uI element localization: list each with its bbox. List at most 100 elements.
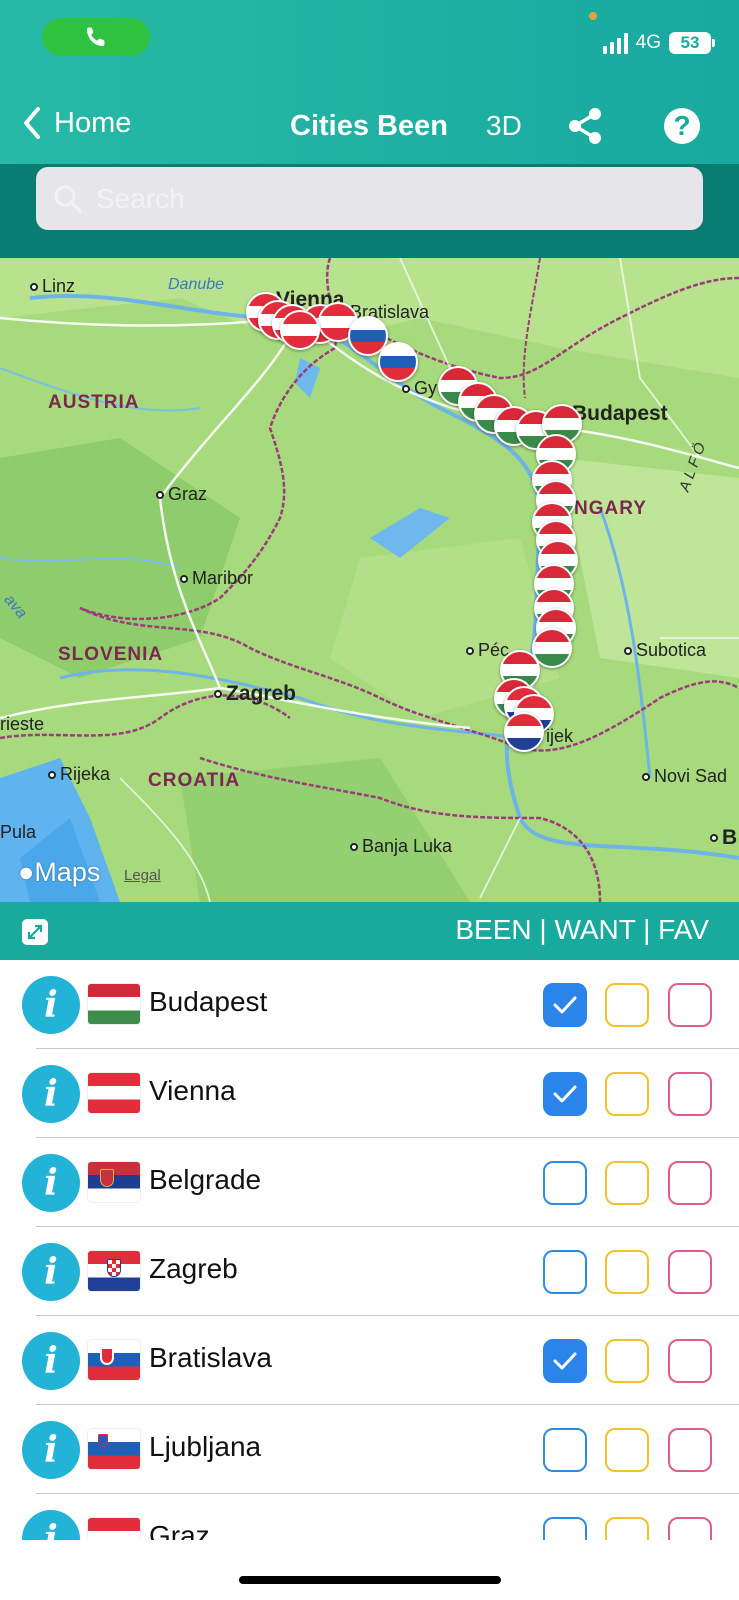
want-checkbox[interactable] bbox=[605, 1339, 649, 1383]
map-label-linz: Linz bbox=[30, 276, 75, 297]
info-button[interactable]: i bbox=[22, 976, 80, 1034]
been-checkbox[interactable] bbox=[543, 1517, 587, 1540]
search-bar[interactable] bbox=[36, 167, 703, 230]
fav-checkbox[interactable] bbox=[668, 1072, 712, 1116]
fav-checkbox[interactable] bbox=[668, 1161, 712, 1205]
info-button[interactable]: i bbox=[22, 1154, 80, 1212]
checkmark-icon bbox=[553, 996, 577, 1014]
status-bar: 4G 53 bbox=[602, 28, 715, 58]
privacy-indicator bbox=[589, 12, 597, 20]
want-checkbox[interactable] bbox=[605, 1161, 649, 1205]
been-checkbox[interactable] bbox=[543, 1428, 587, 1472]
map-label-subotica: Subotica bbox=[624, 640, 706, 661]
back-label: Home bbox=[54, 106, 132, 139]
fav-checkbox[interactable] bbox=[668, 1428, 712, 1472]
map-label-banjaluka: Banja Luka bbox=[350, 836, 452, 857]
flag-icon-slovenia bbox=[88, 1429, 140, 1469]
home-indicator[interactable] bbox=[239, 1576, 501, 1584]
flag-icon-austria bbox=[88, 1073, 140, 1113]
map-label-budapest: Budapest bbox=[572, 402, 668, 425]
expand-icon bbox=[27, 924, 43, 940]
info-button[interactable]: i bbox=[22, 1243, 80, 1301]
3d-button[interactable]: 3D bbox=[486, 110, 522, 142]
flag-icon-croatia bbox=[88, 1251, 140, 1291]
list-item: i Zagreb bbox=[0, 1227, 739, 1316]
battery-icon: 53 bbox=[669, 32, 715, 54]
signal-icon bbox=[602, 32, 628, 54]
been-checkbox[interactable] bbox=[543, 1072, 587, 1116]
city-list[interactable]: i Budapest i Vienna i Belgrade i Zagreb … bbox=[0, 960, 739, 1540]
phone-icon bbox=[87, 27, 105, 46]
fav-checkbox[interactable] bbox=[668, 1517, 712, 1540]
city-name: Zagreb bbox=[149, 1253, 238, 1284]
map-label-austria: AUSTRIA bbox=[48, 392, 140, 413]
page-title: Cities Been bbox=[290, 110, 448, 142]
map-label-hungary: NGARY bbox=[574, 498, 647, 519]
want-checkbox[interactable] bbox=[605, 983, 649, 1027]
map-label-pula: Pula bbox=[0, 822, 37, 842]
map-view[interactable]: Linz Danube Vienna Bratislava AUSTRIA Gy… bbox=[0, 258, 739, 902]
maps-attribution: ●Maps bbox=[18, 857, 101, 887]
list-header: BEEN | WANT | FAV bbox=[0, 902, 739, 960]
list-item: i Ljubljana bbox=[0, 1405, 739, 1494]
been-checkbox[interactable] bbox=[543, 1339, 587, 1383]
legal-link[interactable]: Legal bbox=[124, 867, 161, 884]
city-name: Bratislava bbox=[149, 1342, 272, 1373]
checkmark-icon bbox=[553, 1352, 577, 1370]
network-type: 4G bbox=[635, 32, 661, 53]
info-button[interactable]: i bbox=[22, 1421, 80, 1479]
column-headers: BEEN | WANT | FAV bbox=[455, 914, 709, 945]
city-name: Ljubljana bbox=[149, 1431, 262, 1462]
map-label-rijeka: Rijeka bbox=[48, 764, 110, 785]
fav-checkbox[interactable] bbox=[668, 1250, 712, 1294]
map-label-danube: Danube bbox=[168, 276, 225, 293]
expand-button[interactable] bbox=[22, 919, 48, 945]
checkmark-icon bbox=[553, 1085, 577, 1103]
help-button[interactable]: ? bbox=[664, 108, 700, 144]
search-input[interactable] bbox=[96, 182, 656, 215]
map-label-maribor: Maribor bbox=[180, 568, 253, 589]
map-pin[interactable] bbox=[280, 310, 320, 350]
flag-icon-hungary bbox=[88, 984, 140, 1024]
map-label-novisad: Novi Sad bbox=[642, 766, 727, 787]
map-label-slovenia: SLOVENIA bbox=[58, 644, 164, 665]
active-call-pill[interactable] bbox=[42, 18, 150, 56]
list-item: i Budapest bbox=[0, 960, 739, 1049]
map-label-zagreb: Zagreb bbox=[214, 682, 296, 706]
been-checkbox[interactable] bbox=[543, 1250, 587, 1294]
been-checkbox[interactable] bbox=[543, 1161, 587, 1205]
map-label-graz: Graz bbox=[156, 484, 207, 505]
share-button[interactable] bbox=[566, 106, 604, 151]
map-pin[interactable] bbox=[504, 712, 544, 752]
fav-checkbox[interactable] bbox=[668, 983, 712, 1027]
navigation-bar: Home Cities Been 3D ? bbox=[0, 102, 739, 152]
city-name: Budapest bbox=[149, 986, 268, 1017]
city-name: Vienna bbox=[149, 1075, 236, 1106]
chevron-left-icon bbox=[24, 107, 40, 139]
flag-icon-serbia bbox=[88, 1162, 140, 1202]
info-button[interactable]: i bbox=[22, 1510, 80, 1540]
info-button[interactable]: i bbox=[22, 1065, 80, 1123]
want-checkbox[interactable] bbox=[605, 1428, 649, 1472]
list-item: i Belgrade bbox=[0, 1138, 739, 1227]
want-checkbox[interactable] bbox=[605, 1517, 649, 1540]
map-pin[interactable] bbox=[378, 342, 418, 382]
fav-checkbox[interactable] bbox=[668, 1339, 712, 1383]
city-name: Belgrade bbox=[149, 1164, 262, 1195]
map-label-osijek: ijek bbox=[546, 726, 574, 746]
back-button[interactable]: Home bbox=[22, 106, 131, 140]
flag-icon-austria bbox=[88, 1518, 140, 1540]
info-button[interactable]: i bbox=[22, 1332, 80, 1390]
apple-logo-icon: ● bbox=[18, 857, 35, 887]
list-item: i Bratislava bbox=[0, 1316, 739, 1405]
list-item: i Graz bbox=[0, 1494, 739, 1540]
search-icon bbox=[54, 185, 82, 213]
city-name: Graz bbox=[149, 1520, 210, 1540]
been-checkbox[interactable] bbox=[543, 983, 587, 1027]
map-label-b: B bbox=[710, 826, 737, 850]
want-checkbox[interactable] bbox=[605, 1250, 649, 1294]
map-label-croatia: CROATIA bbox=[148, 770, 241, 791]
flag-icon-slovakia bbox=[88, 1340, 140, 1380]
want-checkbox[interactable] bbox=[605, 1072, 649, 1116]
map-label-gyor: Gy bbox=[402, 378, 437, 399]
